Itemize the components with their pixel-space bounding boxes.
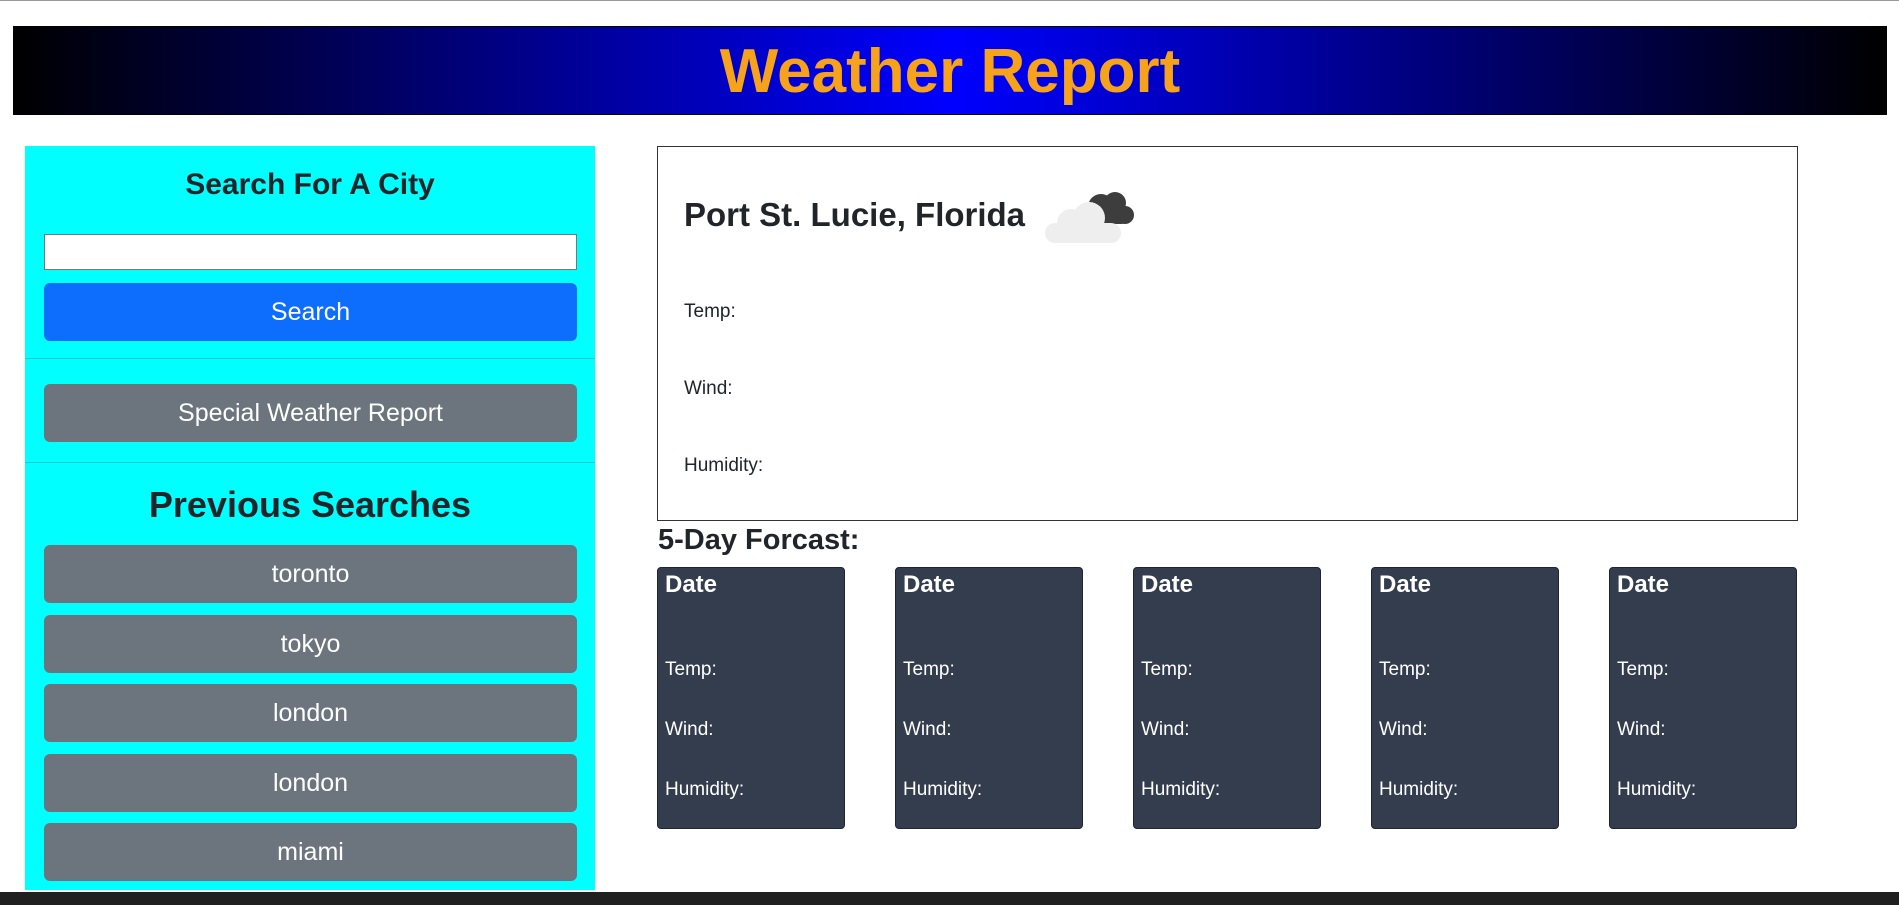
forecast-date: Date [903, 571, 956, 598]
forecast-wind-label: Wind: [1141, 719, 1190, 740]
forecast-date: Date [1617, 571, 1670, 598]
forecast-card: Date Temp: Wind: Humidity: [657, 567, 845, 829]
forecast-temp-label: Temp: [665, 659, 717, 680]
forecast-wind-label: Wind: [1617, 719, 1666, 740]
previous-search-button[interactable]: miami [44, 823, 577, 881]
forecast-wind-label: Wind: [903, 719, 952, 740]
forecast-card: Date Temp: Wind: Humidity: [1609, 567, 1797, 829]
current-weather-card: Port St. Lucie, Florida Temp: Wind: Humi… [657, 146, 1798, 521]
previous-search-button[interactable]: london [44, 684, 577, 742]
taskbar [0, 892, 1899, 905]
forecast-humidity-label: Humidity: [1141, 779, 1221, 800]
forecast-humidity-label: Humidity: [903, 779, 983, 800]
previous-search-button[interactable]: tokyo [44, 615, 577, 673]
forecast-humidity-label: Humidity: [665, 779, 745, 800]
search-button[interactable]: Search [44, 283, 577, 341]
forecast-humidity-label: Humidity: [1379, 779, 1459, 800]
previous-search-button[interactable]: london [44, 754, 577, 812]
forecast-date: Date [1141, 571, 1194, 598]
forecast-temp-label: Temp: [1379, 659, 1431, 680]
forecast-card: Date Temp: Wind: Humidity: [1371, 567, 1559, 829]
forecast-heading: 5-Day Forcast: [658, 524, 860, 556]
top-border-line [0, 0, 1899, 1]
page-title: Weather Report [719, 36, 1181, 106]
forecast-date: Date [1379, 571, 1432, 598]
header-banner: Weather Report [13, 26, 1887, 115]
city-search-input[interactable] [44, 234, 577, 270]
sidebar-divider [25, 462, 595, 463]
cloud-icon [1045, 192, 1135, 243]
forecast-card: Date Temp: Wind: Humidity: [1133, 567, 1321, 829]
city-name: Port St. Lucie, Florida [684, 196, 1026, 233]
previous-search-button[interactable]: toronto [44, 545, 577, 603]
forecast-date: Date [665, 571, 718, 598]
forecast-wind-label: Wind: [1379, 719, 1428, 740]
search-heading: Search For A City [185, 168, 435, 201]
forecast-card: Date Temp: Wind: Humidity: [895, 567, 1083, 829]
current-wind-label: Wind: [684, 378, 733, 399]
forecast-temp-label: Temp: [1141, 659, 1193, 680]
forecast-temp-label: Temp: [1617, 659, 1669, 680]
forecast-temp-label: Temp: [903, 659, 955, 680]
sidebar-divider [25, 358, 595, 359]
forecast-wind-label: Wind: [665, 719, 714, 740]
special-weather-report-button[interactable]: Special Weather Report [44, 384, 577, 442]
forecast-humidity-label: Humidity: [1617, 779, 1697, 800]
current-temp-label: Temp: [684, 301, 736, 322]
city-row: Port St. Lucie, Florida [684, 185, 1135, 245]
current-humidity-label: Humidity: [684, 455, 764, 476]
previous-searches-heading: Previous Searches [148, 484, 472, 525]
sidebar: Search For A City Search Special Weather… [25, 146, 595, 890]
